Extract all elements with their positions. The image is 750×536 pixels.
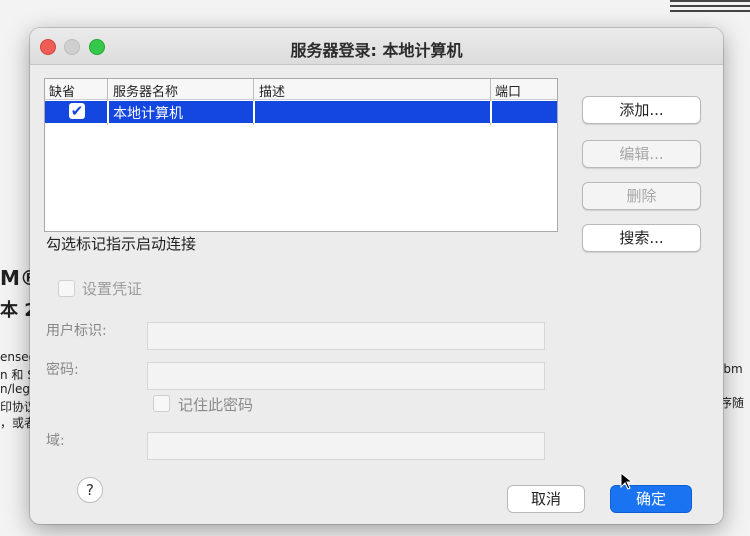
edit-button[interactable]: 编辑... [582,140,701,168]
column-header-port[interactable]: 端口 [495,81,521,100]
user-id-label: 用户标识: [46,323,107,339]
password-field[interactable] [147,362,545,390]
remember-password-label: 记住此密码 [178,396,254,414]
set-credentials-checkbox[interactable] [58,280,75,297]
table-row[interactable]: ✔ 本地计算机 [45,101,557,123]
cell-divider [253,101,255,123]
server-name-cell[interactable]: 本地计算机 [113,103,183,123]
column-header-description[interactable]: 描述 [259,81,285,100]
delete-button[interactable]: 删除 [582,182,701,210]
cell-divider [490,101,492,123]
search-button[interactable]: 搜索... [582,224,701,252]
column-header-server-name[interactable]: 服务器名称 [113,81,178,100]
user-id-field[interactable] [147,322,545,350]
table-header: 缺省 服务器名称 描述 端口 [45,79,557,100]
default-checkbox[interactable]: ✔ [69,103,85,119]
mouse-pointer-icon [620,472,634,490]
title-bar[interactable]: 服务器登录: 本地计算机 [30,28,723,65]
password-label: 密码: [46,362,79,378]
ibm-logo-icon [670,0,750,14]
domain-label: 域: [46,433,65,449]
cell-divider [107,101,109,123]
startup-hint-text: 勾选标记指示启动连接 [46,235,197,253]
server-login-dialog: 服务器登录: 本地计算机 缺省 服务器名称 描述 端口 ✔ 本地计算机 添加..… [30,28,723,524]
add-button[interactable]: 添加... [582,96,701,124]
column-header-default[interactable]: 缺省 [49,81,75,100]
help-button[interactable]: ? [77,477,103,503]
window-title: 服务器登录: 本地计算机 [290,41,463,60]
domain-field[interactable] [147,432,545,460]
cancel-button[interactable]: 取消 [507,485,585,513]
remember-password-checkbox[interactable] [153,395,170,412]
set-credentials-label: 设置凭证 [82,280,143,298]
server-table[interactable]: 缺省 服务器名称 描述 端口 ✔ 本地计算机 [44,78,558,232]
